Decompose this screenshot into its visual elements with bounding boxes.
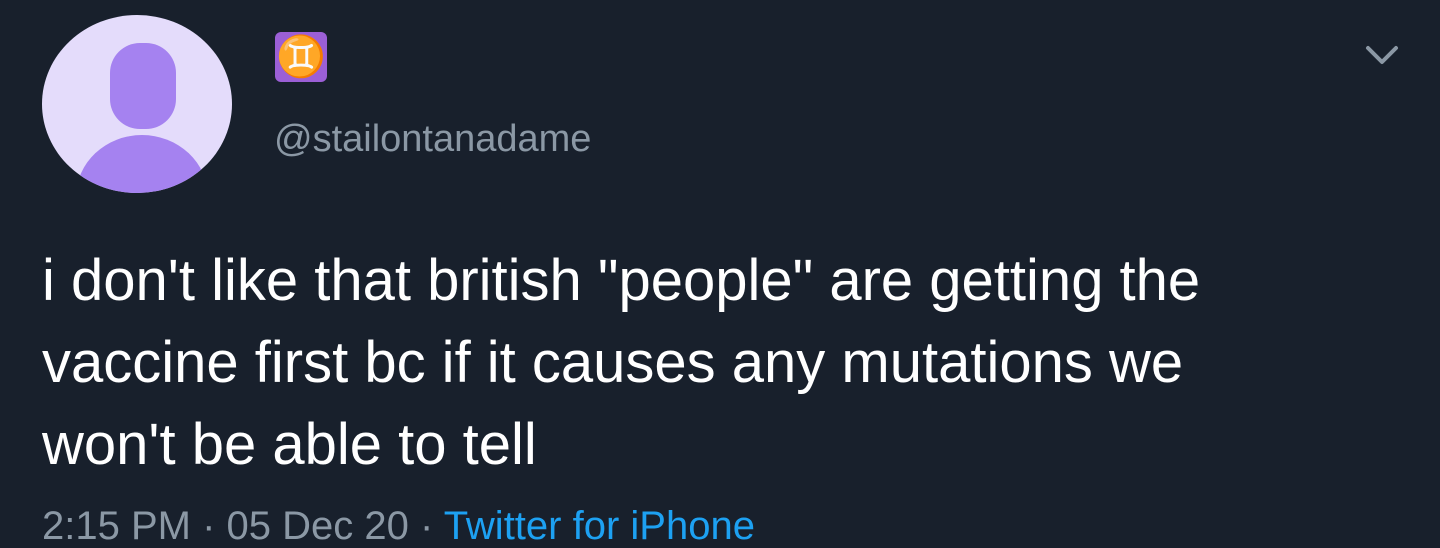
tweet-time[interactable]: 2:15 PM (42, 504, 191, 548)
chevron-down-icon[interactable] (1362, 40, 1402, 70)
user-handle[interactable]: @stailontanadame (274, 114, 591, 164)
tweet-date[interactable]: 05 Dec 20 (227, 504, 409, 548)
meta-separator: · (190, 504, 227, 548)
meta-separator: · (408, 504, 444, 548)
avatar[interactable] (42, 15, 232, 193)
default-avatar-icon (76, 43, 208, 193)
tweet-source-link[interactable]: Twitter for iPhone (444, 504, 755, 548)
gemini-emoji-icon[interactable]: ♊ (275, 32, 327, 82)
tweet-card: ♊ @stailontanadame i don't like that bri… (0, 0, 1440, 548)
tweet-text: i don't like that british "people" are g… (42, 248, 1201, 477)
tweet-meta: 2:15 PM · 05 Dec 20 · Twitter for iPhone (42, 500, 755, 548)
